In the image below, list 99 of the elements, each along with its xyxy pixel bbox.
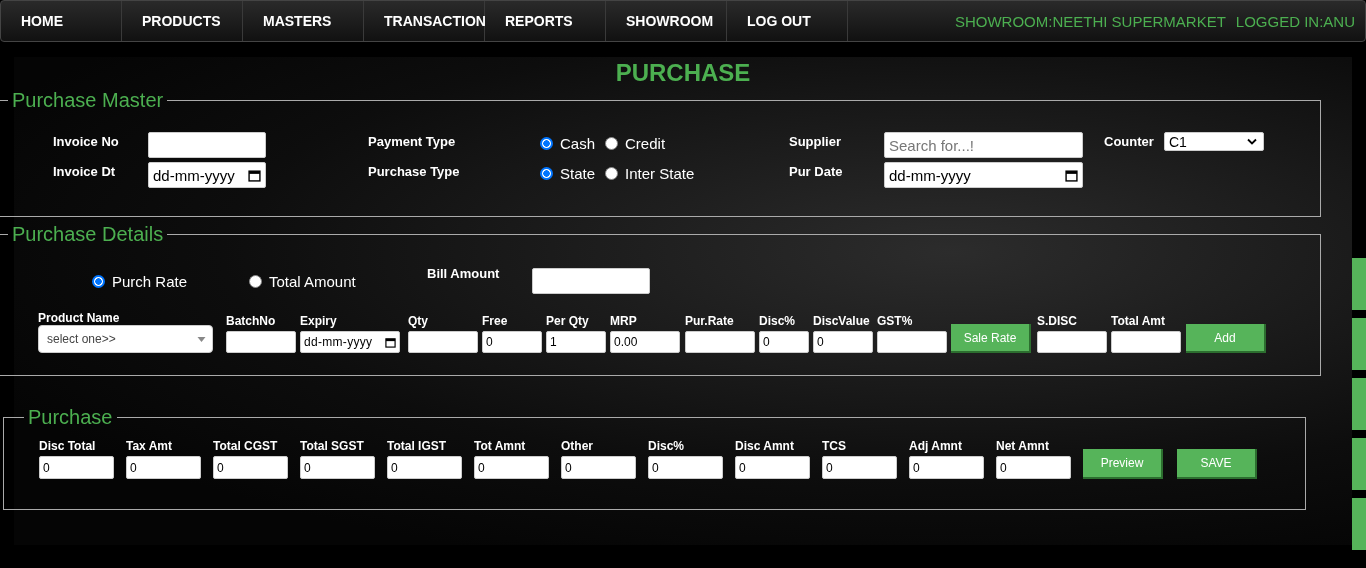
field-label: Total IGST (387, 439, 448, 453)
input-field[interactable] (1111, 331, 1181, 353)
nav-link[interactable]: PRODUCTS (122, 1, 243, 41)
showroom-label: SHOWROOM:NEETHI SUPERMARKET (954, 12, 1226, 30)
radio-option[interactable]: Credit (605, 135, 666, 152)
calendar-icon (1065, 168, 1078, 182)
field-label: Total SGST (300, 439, 365, 453)
date-field[interactable]: dd-mm-yyyy (300, 331, 400, 353)
input-field[interactable]: 0 (759, 331, 809, 353)
input-field[interactable]: 0 (996, 456, 1071, 479)
page-title: PURCHASE (615, 59, 751, 88)
field-label: Net Amnt (996, 439, 1050, 453)
field-label: Per Qty (546, 314, 590, 328)
nav-link[interactable]: HOME (1, 1, 122, 41)
side-tab[interactable] (1352, 378, 1366, 430)
field-label: DiscValue (813, 314, 871, 328)
field-label: Invoice Dt (53, 163, 117, 179)
section-legend: Purchase Details (8, 223, 168, 246)
input-field[interactable]: 0 (300, 456, 375, 479)
input-field[interactable]: 0 (909, 456, 984, 479)
field-label: GST% (877, 314, 914, 328)
input-field[interactable]: 0 (126, 456, 201, 479)
radio-label: Cash (560, 135, 596, 152)
radio-option[interactable]: Cash (540, 135, 596, 152)
side-tab[interactable] (1352, 258, 1366, 310)
field-label: Qty (408, 314, 429, 328)
radio-option[interactable]: State (540, 165, 596, 182)
field-label: Invoice No (53, 133, 120, 149)
radio-label: Inter State (625, 165, 695, 182)
invoice-no-field[interactable] (148, 132, 266, 158)
field-label: Pur.Rate (685, 314, 735, 328)
side-tab[interactable] (1352, 318, 1366, 370)
calendar-icon (385, 336, 396, 348)
field-label: Counter (1104, 133, 1155, 149)
field-label: BatchNo (226, 314, 277, 328)
field-label: S.DISC (1037, 314, 1078, 328)
date-field[interactable]: dd-mm-yyyy (884, 162, 1083, 188)
field-label: Payment Type (368, 133, 457, 149)
field-label: Disc% (648, 439, 686, 453)
input-field[interactable]: 0 (482, 331, 542, 353)
radio-label: Credit (625, 135, 666, 152)
input-field[interactable]: 0 (474, 456, 549, 479)
radio-option[interactable]: Total Amount (249, 272, 427, 290)
field-label: Total CGST (213, 439, 279, 453)
caret-icon (197, 336, 206, 342)
input-field[interactable]: 0 (822, 456, 897, 479)
nav-link[interactable]: REPORTS (485, 1, 606, 41)
section-legend: Purchase (24, 406, 117, 429)
nav-link[interactable]: TRANSACTION (364, 1, 485, 41)
logged-in-label: LOGGED IN:ANU (1235, 12, 1355, 30)
field-label: Pur Date (789, 163, 844, 179)
date-field[interactable]: dd-mm-yyyy (148, 162, 266, 188)
input-field[interactable]: 0 (735, 456, 810, 479)
input-field[interactable] (408, 331, 478, 353)
field-label: Tax Amt (126, 439, 173, 453)
input-field[interactable]: 0 (813, 331, 873, 353)
radio-option[interactable]: Purch Rate (92, 272, 249, 290)
side-tab[interactable] (1352, 438, 1366, 490)
input-field[interactable]: 0 (39, 456, 114, 479)
side-tab[interactable] (1352, 498, 1366, 550)
field-label: Tot Amnt (474, 439, 527, 453)
field-label: Expiry (300, 314, 338, 328)
field-label: Supplier (789, 133, 842, 149)
field-label: Disc Amnt (735, 439, 795, 453)
field-label: Adj Amnt (909, 439, 963, 453)
field-label: MRP (610, 314, 638, 328)
section-legend: Purchase Master (8, 89, 168, 112)
field-label: TCS (822, 439, 847, 453)
field-label: Product Name (38, 311, 121, 325)
input-field[interactable]: 0 (387, 456, 462, 479)
input-field[interactable] (226, 331, 296, 353)
chevron-icon (1247, 138, 1257, 145)
input-field[interactable] (685, 331, 755, 353)
input-field[interactable] (877, 331, 947, 353)
radio-label: Total Amount (269, 272, 356, 290)
input-field[interactable]: 0.00 (610, 331, 680, 353)
field-label: Total Amt (1111, 314, 1166, 328)
nav-link[interactable]: LOG OUT (727, 1, 848, 41)
calendar-icon (248, 168, 261, 182)
field-label: Disc% (759, 314, 797, 328)
input-field[interactable]: 0 (213, 456, 288, 479)
field-label: Free (482, 314, 509, 328)
nav-link[interactable]: SHOWROOM (606, 1, 727, 41)
input-field[interactable]: 1 (546, 331, 606, 353)
nav-link[interactable]: MASTERS (243, 1, 364, 41)
input-field[interactable]: 0 (648, 456, 723, 479)
supplier-search-field[interactable]: Search for...! (884, 132, 1083, 158)
input-field[interactable]: 0 (561, 456, 636, 479)
input-field[interactable] (1037, 331, 1107, 353)
field-label: Purchase Type (368, 163, 461, 179)
bill-amount-field[interactable] (532, 268, 650, 294)
counter-select[interactable]: C1 (1164, 132, 1264, 151)
field-label: Bill Amount (427, 266, 501, 281)
radio-label: State (560, 165, 596, 182)
field-label: Other (561, 439, 594, 453)
radio-label: Purch Rate (112, 272, 188, 290)
product-select[interactable]: select one>> (38, 325, 213, 353)
field-label: Disc Total (39, 439, 97, 453)
radio-option[interactable]: Inter State (605, 165, 695, 182)
